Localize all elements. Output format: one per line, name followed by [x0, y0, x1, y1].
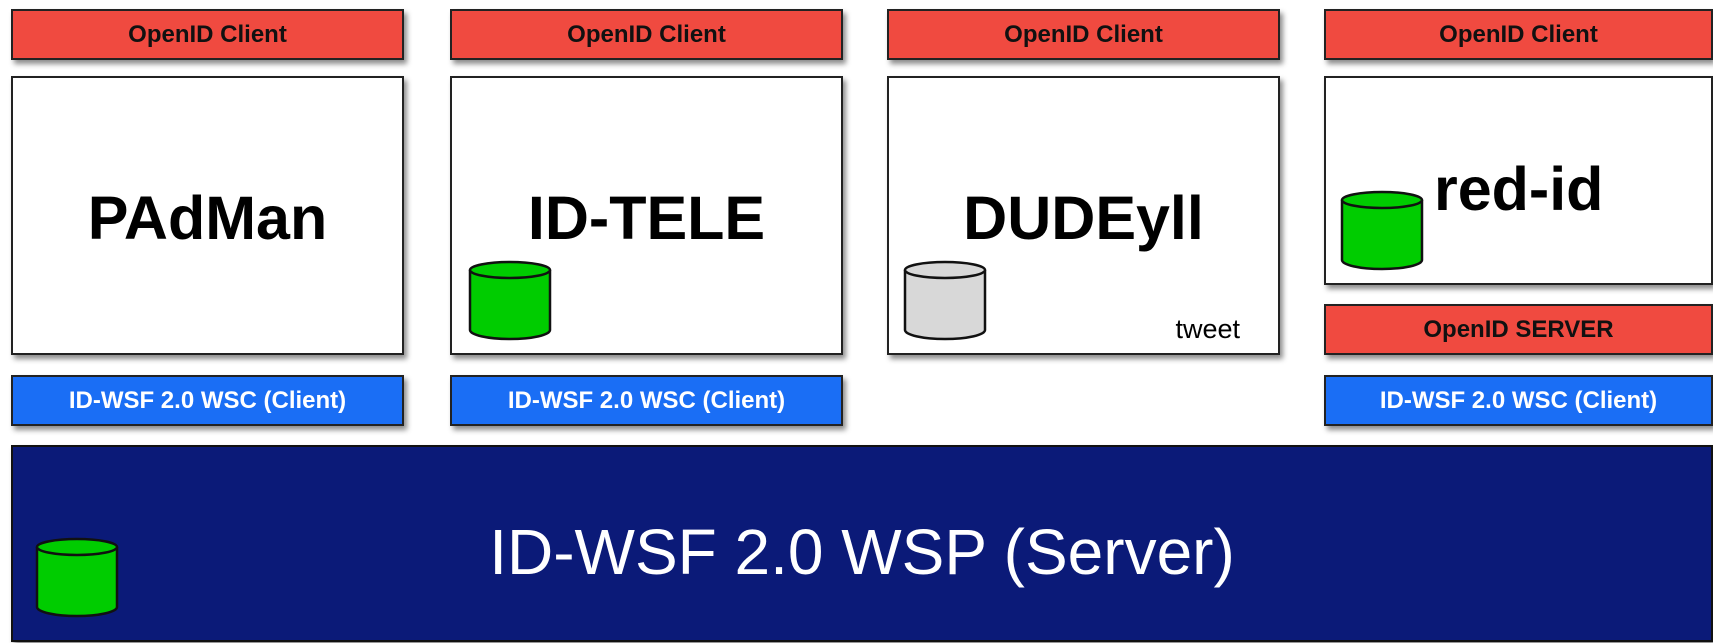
app-box-padman: PAdMan: [11, 76, 404, 355]
app-title: DUDEyll: [963, 184, 1204, 252]
app-title: ID-TELE: [527, 184, 766, 252]
wsp-server-label: ID-WSF 2.0 WSP (Server): [489, 516, 1235, 588]
openid-client-bar: OpenID Client: [1324, 9, 1713, 60]
openid-client-bar: OpenID Client: [11, 9, 404, 60]
database-icon: [468, 260, 552, 341]
app-box-dudeyll: DUDEyll tweet: [887, 76, 1280, 355]
database-icon: [903, 260, 987, 341]
wsp-server-band: ID-WSF 2.0 WSP (Server): [11, 445, 1713, 642]
wsc-client-bar: ID-WSF 2.0 WSC (Client): [11, 375, 404, 426]
openid-client-bar: OpenID Client: [887, 9, 1280, 60]
tweet-label: tweet: [1175, 314, 1240, 344]
openid-client-bar: OpenID Client: [450, 9, 843, 60]
wsc-client-bar: ID-WSF 2.0 WSC (Client): [450, 375, 843, 426]
architecture-diagram: OpenID Client PAdMan ID-WSF 2.0 WSC (Cli…: [0, 0, 1713, 643]
app-box-red-id: red-id: [1324, 76, 1713, 285]
app-title: PAdMan: [87, 184, 328, 252]
app-box-id-tele: ID-TELE: [450, 76, 843, 355]
app-title: red-id: [1434, 155, 1604, 223]
openid-server-bar: OpenID SERVER: [1324, 304, 1713, 355]
database-icon: [1340, 190, 1424, 271]
wsc-client-bar: ID-WSF 2.0 WSC (Client): [1324, 375, 1713, 426]
database-icon: [35, 537, 119, 618]
